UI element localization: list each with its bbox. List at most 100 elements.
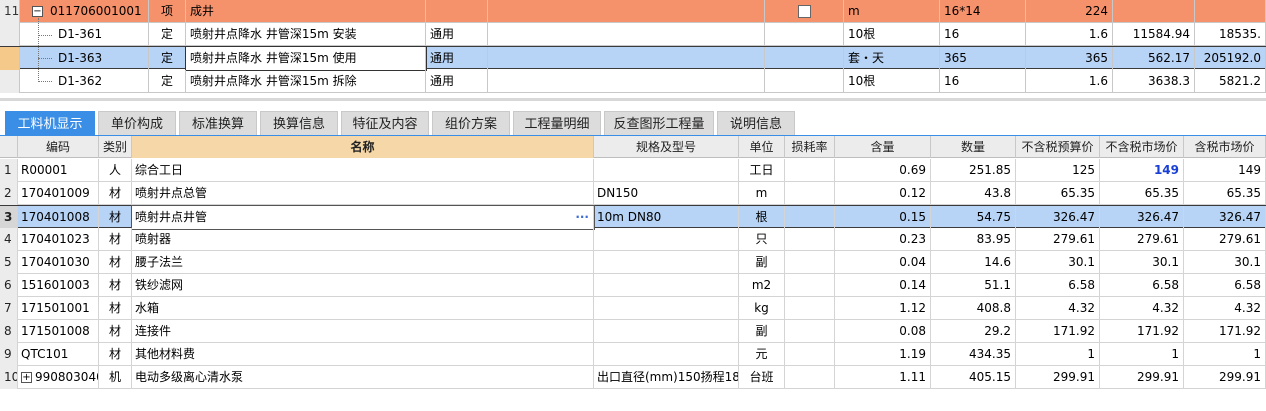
resource-market-price-tax[interactable]: 6.58	[1184, 274, 1266, 297]
item-feature[interactable]	[426, 0, 488, 23]
quota-row-parent[interactable]: 11 011706001001 − 项 成井 m 16*14 224	[0, 0, 1266, 23]
resource-loss-rate[interactable]	[785, 297, 835, 320]
resource-spec[interactable]	[594, 159, 739, 182]
resource-content[interactable]: 0.08	[835, 320, 931, 343]
quota-row[interactable]: D1-361 定 喷射井点降水 井管深15m 安装 通用 10根 16 1.6 …	[0, 23, 1266, 46]
resource-name[interactable]: 综合工日	[132, 159, 594, 182]
resource-loss-rate[interactable]	[785, 228, 835, 251]
item-unit[interactable]: m	[844, 0, 940, 23]
resource-unit[interactable]: 只	[739, 228, 785, 251]
tab-standard-conversion[interactable]: 标准换算	[179, 111, 257, 136]
browse-ellipsis-button[interactable]: ···	[575, 206, 589, 229]
resource-market-price-tax[interactable]: 279.61	[1184, 228, 1266, 251]
header-market-price-tax[interactable]: 含税市场价	[1184, 136, 1266, 158]
resource-market-price[interactable]: 149	[1100, 159, 1184, 182]
resource-quantity[interactable]: 434.35	[931, 343, 1016, 366]
item-name[interactable]: 成井	[186, 0, 426, 23]
resource-market-price[interactable]: 30.1	[1100, 251, 1184, 274]
resource-spec[interactable]	[594, 343, 739, 366]
resource-content[interactable]: 0.14	[835, 274, 931, 297]
resource-loss-rate[interactable]	[785, 320, 835, 343]
resource-market-price-tax[interactable]: 65.35	[1184, 182, 1266, 205]
resource-row[interactable]: 1 R00001 人综合工日 工日 0.69 251.85 125 149 149	[0, 159, 1266, 182]
resource-unit[interactable]: m	[739, 182, 785, 205]
resource-content[interactable]: 0.15	[835, 206, 931, 229]
resource-code[interactable]: 171501008	[18, 320, 99, 343]
resource-category[interactable]: 材	[99, 251, 132, 274]
resource-category[interactable]: 材	[99, 274, 132, 297]
resource-name[interactable]: 喷射器	[132, 228, 594, 251]
resource-market-price-tax[interactable]: 171.92	[1184, 320, 1266, 343]
resource-market-price[interactable]: 65.35	[1100, 182, 1184, 205]
resource-quantity[interactable]: 54.75	[931, 206, 1016, 229]
header-name[interactable]: 名称	[132, 136, 594, 158]
resource-loss-rate[interactable]	[785, 159, 835, 182]
resource-category[interactable]: 材	[99, 206, 132, 229]
resource-market-price[interactable]: 171.92	[1100, 320, 1184, 343]
resource-code[interactable]: R00001	[18, 159, 99, 182]
resource-category[interactable]: 人	[99, 159, 132, 182]
resource-content[interactable]: 0.69	[835, 159, 931, 182]
header-loss-rate[interactable]: 损耗率	[785, 136, 835, 158]
resource-quantity[interactable]: 251.85	[931, 159, 1016, 182]
item-expr[interactable]: 16	[940, 70, 1026, 93]
header-spec[interactable]: 规格及型号	[594, 136, 739, 158]
resource-code[interactable]: 170401008	[18, 206, 99, 229]
item-name[interactable]: 喷射井点降水 井管深15m 安装	[186, 23, 426, 46]
item-unit[interactable]: 10根	[844, 23, 940, 46]
header-unit[interactable]: 单位	[739, 136, 785, 158]
resource-spec[interactable]: DN150	[594, 182, 739, 205]
resource-spec[interactable]: 出口直径(mm)150扬程18…	[594, 366, 739, 389]
resource-market-price[interactable]: 6.58	[1100, 274, 1184, 297]
resource-category[interactable]: 材	[99, 228, 132, 251]
resource-row[interactable]: 10 +990803040 机电动多级离心清水泵 出口直径(mm)150扬程18… 台班…	[0, 366, 1266, 389]
resource-row[interactable]: 4 170401023 材喷射器只 0.23 83.95 279.61 279.61 279.…	[0, 228, 1266, 251]
item-expr[interactable]: 16*14	[940, 0, 1026, 23]
resource-unit[interactable]: m2	[739, 274, 785, 297]
resource-name[interactable]: 电动多级离心清水泵	[132, 366, 594, 389]
resource-row[interactable]: 6 151601003 材铁纱滤网 m2 0.14 51.1 6.58 6.58 6.58	[0, 274, 1266, 297]
item-quantity[interactable]: 365	[1026, 47, 1113, 70]
resource-category[interactable]: 材	[99, 182, 132, 205]
resource-code[interactable]: +990803040	[18, 366, 99, 389]
resource-category[interactable]: 材	[99, 320, 132, 343]
tab-unit-price-composition[interactable]: 单价构成	[98, 111, 176, 136]
header-quantity[interactable]: 数量	[931, 136, 1016, 158]
resource-name[interactable]: 铁纱滤网	[132, 274, 594, 297]
item-feature[interactable]: 通用	[426, 47, 488, 70]
resource-spec[interactable]	[594, 228, 739, 251]
resource-market-price-tax[interactable]: 326.47	[1184, 206, 1266, 229]
resource-spec[interactable]	[594, 274, 739, 297]
item-name[interactable]: 喷射井点降水 井管深15m 拆除	[186, 70, 426, 93]
quota-row[interactable]: D1-362 定 喷射井点降水 井管深15m 拆除 通用 10根 16 1.6 …	[0, 70, 1266, 93]
resource-quantity[interactable]: 29.2	[931, 320, 1016, 343]
resource-name[interactable]: 其他材料费	[132, 343, 594, 366]
resource-category[interactable]: 机	[99, 366, 132, 389]
item-unit[interactable]: 10根	[844, 70, 940, 93]
item-feature[interactable]: 通用	[426, 23, 488, 46]
resource-code[interactable]: 171501001	[18, 297, 99, 320]
resource-loss-rate[interactable]	[785, 206, 835, 229]
resource-name[interactable]: 喷射井点井管 ···	[131, 205, 595, 230]
resource-quantity[interactable]: 14.6	[931, 251, 1016, 274]
resource-market-price-tax[interactable]: 299.91	[1184, 366, 1266, 389]
resource-row[interactable]: 9 QTC101 材其他材料费元 1.19 434.35 1 1 1	[0, 343, 1266, 366]
resource-market-price-tax[interactable]: 1	[1184, 343, 1266, 366]
resource-row[interactable]: 8 171501008 材连接件副 0.08 29.2 171.92 171.92 171.9…	[0, 320, 1266, 343]
tab-description[interactable]: 说明信息	[717, 111, 795, 136]
resource-quantity[interactable]: 83.95	[931, 228, 1016, 251]
collapse-icon[interactable]: −	[32, 6, 43, 17]
item-quantity[interactable]: 224	[1026, 0, 1113, 23]
resource-content[interactable]: 1.19	[835, 343, 931, 366]
expand-icon[interactable]: +	[21, 372, 32, 383]
item-unit[interactable]: 套・天	[844, 47, 940, 70]
resource-row[interactable]: 5 170401030 材腰子法兰副 0.04 14.6 30.1 30.1 30.1	[0, 251, 1266, 274]
item-expr[interactable]: 16	[940, 23, 1026, 46]
item-quantity[interactable]: 1.6	[1026, 23, 1113, 46]
resource-code[interactable]: 151601003	[18, 274, 99, 297]
item-quantity[interactable]: 1.6	[1026, 70, 1113, 93]
include-checkbox[interactable]	[798, 5, 811, 18]
resource-loss-rate[interactable]	[785, 274, 835, 297]
resource-content[interactable]: 0.04	[835, 251, 931, 274]
resource-name[interactable]: 连接件	[132, 320, 594, 343]
